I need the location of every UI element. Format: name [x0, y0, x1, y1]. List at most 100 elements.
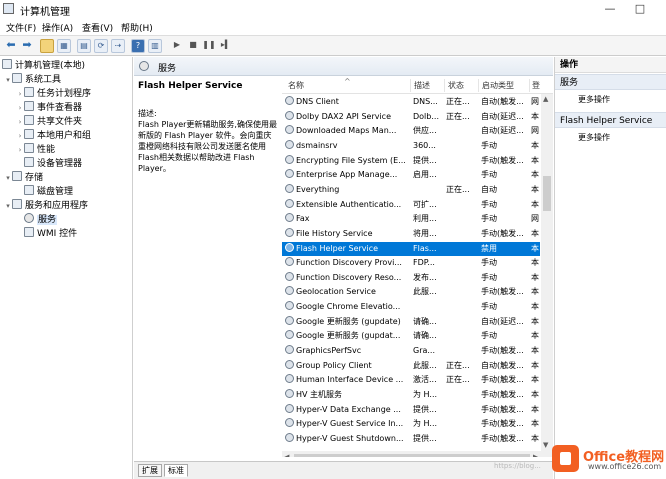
- service-row[interactable]: Flash Helper Service Flas... 禁用 本: [282, 241, 540, 256]
- stop-icon[interactable]: ■: [186, 39, 200, 53]
- collapse-arrow-icon[interactable]: ▾: [4, 171, 12, 185]
- tree-item-device-manager[interactable]: 设备管理器: [24, 157, 82, 171]
- service-row[interactable]: Hyper-V Guest Shutdown... 提供... 手动(触发... 本: [282, 432, 540, 446]
- service-row[interactable]: Everything 正在... 自动 本: [282, 183, 540, 197]
- tree-item-local-users[interactable]: › 本地用户和组: [16, 129, 91, 143]
- service-row[interactable]: GraphicsPerfSvc Gra... 手动(触发... 本: [282, 344, 540, 358]
- service-startup-type: 自动(触发...: [481, 360, 524, 370]
- horizontal-scrollbar[interactable]: ◀ ▶: [282, 451, 553, 457]
- refresh-icon[interactable]: ⟳: [94, 39, 108, 53]
- service-row[interactable]: Human Interface Device ... 激活... 正在... 手动(触…: [282, 373, 540, 387]
- actions-section-flash-helper[interactable]: Flash Helper Service: [555, 112, 666, 128]
- tree-item-computer-management[interactable]: 计算机管理(本地): [2, 59, 85, 73]
- service-row[interactable]: Hyper-V Guest Service In... 为 H... 手动(触发..…: [282, 417, 540, 431]
- tree-item-label: 共享文件夹: [37, 117, 83, 127]
- service-row[interactable]: Extensible Authenticatio... 可扩... 手动 本: [282, 198, 540, 212]
- forward-icon[interactable]: ➡: [20, 39, 34, 53]
- service-gear-icon: [285, 345, 294, 355]
- folder-icon[interactable]: [40, 39, 54, 53]
- service-row[interactable]: File History Service 将用... 手动(触发... 本: [282, 227, 540, 241]
- service-row[interactable]: Dolby DAX2 API Service Dolb... 正在... 自动(延迟.…: [282, 110, 540, 124]
- service-logon: 本: [531, 228, 539, 238]
- tree-item-event-viewer[interactable]: › 事件查看器: [16, 101, 82, 115]
- vertical-scrollbar[interactable]: ▲ ▼: [541, 94, 553, 451]
- service-row[interactable]: Google 更新服务 (gupdat... 请确... 手动 本: [282, 329, 540, 343]
- service-gear-icon: [285, 125, 294, 135]
- more-actions-flash-helper[interactable]: 更多操作: [578, 132, 610, 143]
- service-row[interactable]: Function Discovery Reso... 发布... 手动 本: [282, 271, 540, 285]
- service-name: Hyper-V Data Exchange ...: [285, 403, 410, 417]
- service-row[interactable]: Group Policy Client 此服... 正在... 自动(触发... 本: [282, 359, 540, 373]
- computer-icon: [2, 59, 12, 69]
- tree-item-label: 计算机管理(本地): [15, 61, 86, 71]
- scroll-right-icon[interactable]: ▶: [533, 453, 538, 457]
- service-row[interactable]: Encrypting File System (E... 提供... 手动(触发..…: [282, 154, 540, 168]
- scroll-up-icon[interactable]: ▲: [543, 95, 548, 103]
- tree-item-services-and-apps[interactable]: ▾ 服务和应用程序: [4, 199, 88, 213]
- service-row[interactable]: Hyper-V Data Exchange ... 提供... 手动(触发... 本: [282, 403, 540, 417]
- expand-arrow-icon[interactable]: ›: [16, 143, 24, 157]
- tree-item-services[interactable]: 服务: [24, 213, 58, 227]
- console-tree-icon[interactable]: ▦: [57, 39, 71, 53]
- expand-arrow-icon[interactable]: ›: [16, 129, 24, 143]
- actions-section-services[interactable]: 服务: [555, 74, 666, 90]
- tree-item-system-tools[interactable]: ▾ 系统工具: [4, 73, 61, 87]
- service-startup-type: 手动: [481, 331, 497, 341]
- service-row[interactable]: HV 主机服务 为 H... 手动(触发... 本: [282, 388, 540, 402]
- tree-item-task-scheduler[interactable]: › 任务计划程序: [16, 87, 91, 101]
- more-actions-services[interactable]: 更多操作: [578, 94, 610, 105]
- collapse-arrow-icon[interactable]: ▾: [4, 199, 12, 213]
- play-icon[interactable]: ▶: [170, 39, 184, 53]
- back-icon[interactable]: ⬅: [4, 39, 18, 53]
- menu-view[interactable]: 查看(V): [82, 21, 113, 34]
- service-row[interactable]: DNS Client DNS... 正在... 自动(触发... 网: [282, 95, 540, 109]
- tab-standard[interactable]: 标准: [164, 464, 188, 477]
- menu-help[interactable]: 帮助(H): [121, 21, 153, 34]
- collapse-arrow-icon[interactable]: ▾: [4, 73, 12, 87]
- service-logon: 本: [531, 331, 539, 341]
- expand-arrow-icon[interactable]: ›: [16, 87, 24, 101]
- tree-item-shared-folders[interactable]: › 共享文件夹: [16, 115, 82, 129]
- scroll-down-icon[interactable]: ▼: [543, 441, 548, 449]
- column-name[interactable]: 名称: [288, 80, 304, 91]
- tree-item-storage[interactable]: ▾ 存储: [4, 171, 43, 185]
- service-row[interactable]: Enterprise App Manage... 启用... 手动 本: [282, 168, 540, 182]
- service-name: Hyper-V Guest Service In...: [285, 417, 410, 431]
- help-icon[interactable]: ?: [131, 39, 145, 53]
- service-row[interactable]: Geolocation Service 此服... 手动(触发... 本: [282, 285, 540, 299]
- show-hide-icon[interactable]: ▥: [148, 39, 162, 53]
- menu-file[interactable]: 文件(F): [6, 21, 36, 34]
- service-row[interactable]: Google Chrome Elevatio... 手动 本: [282, 300, 540, 314]
- service-row[interactable]: dsmainsrv 360... 手动 本: [282, 139, 540, 153]
- column-description[interactable]: 描述: [414, 80, 430, 91]
- tree-item-disk-management[interactable]: 磁盘管理: [24, 185, 73, 199]
- vertical-scroll-thumb[interactable]: [543, 176, 551, 211]
- horizontal-scroll-thumb[interactable]: [294, 454, 530, 457]
- scroll-left-icon[interactable]: ◀: [284, 453, 289, 457]
- minimize-button[interactable]: —: [602, 2, 618, 16]
- column-status[interactable]: 状态: [448, 80, 464, 91]
- service-row[interactable]: Downloaded Maps Man... 供应... 自动(延迟... 网: [282, 124, 540, 138]
- column-startup-type[interactable]: 启动类型: [482, 80, 514, 91]
- service-description: 发布...: [413, 272, 437, 282]
- service-startup-type: 手动(触发...: [481, 375, 524, 385]
- service-startup-type: 手动: [481, 170, 497, 180]
- menu-action[interactable]: 操作(A): [42, 21, 73, 34]
- export-icon[interactable]: ⇢: [111, 39, 125, 53]
- tree-item-wmi-control[interactable]: WMI 控件: [24, 227, 77, 241]
- service-status: 正在...: [446, 360, 470, 370]
- restart-icon[interactable]: ▸▍: [219, 39, 233, 53]
- tab-extended[interactable]: 扩展: [138, 464, 162, 477]
- pause-icon[interactable]: ❚❚: [202, 39, 216, 53]
- expand-arrow-icon[interactable]: ›: [16, 101, 24, 115]
- tree-item-performance[interactable]: › 性能: [16, 143, 55, 157]
- expand-arrow-icon[interactable]: ›: [16, 115, 24, 129]
- service-description: 提供...: [413, 155, 437, 165]
- export-list-icon[interactable]: ▤: [77, 39, 91, 53]
- service-row[interactable]: Function Discovery Provi... FDP... 手动 本: [282, 256, 540, 270]
- service-row[interactable]: Fax 利用... 手动 网: [282, 212, 540, 226]
- service-row[interactable]: Google 更新服务 (gupdate) 请确... 自动(延迟... 本: [282, 315, 540, 329]
- column-logon[interactable]: 登: [532, 80, 540, 91]
- maximize-button[interactable]: □: [632, 2, 648, 16]
- tree-item-label: 性能: [37, 145, 56, 155]
